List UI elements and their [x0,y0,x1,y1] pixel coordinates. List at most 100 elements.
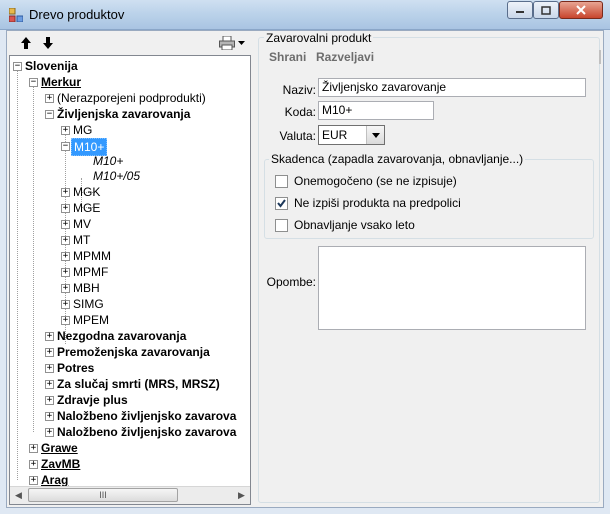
chevron-down-icon [371,132,380,138]
printer-icon [219,36,235,50]
close-button[interactable] [559,1,603,19]
collapse-icon[interactable]: − [29,78,38,87]
expand-icon[interactable]: + [61,188,70,197]
notes-label: Opombe: [266,275,316,289]
expand-icon[interactable]: + [61,126,70,135]
maximize-button[interactable] [533,1,559,19]
koda-label: Koda: [284,105,316,119]
tree-node-label: ZavMB [41,457,81,471]
expand-icon[interactable]: + [61,284,70,293]
expand-icon[interactable]: + [61,252,70,261]
app-icon [9,8,23,22]
expand-icon[interactable]: + [29,444,38,453]
window-client-area: − Slovenija − Merkur + (Nerazporejeni po… [6,30,604,508]
move-up-button[interactable] [17,34,35,52]
discard-button[interactable]: Razveljavi [316,50,374,64]
expand-icon[interactable]: + [61,204,70,213]
arrow-up-icon [21,37,31,49]
renew-yearly-checkbox-label[interactable]: Obnavljanje vsako leto [294,218,415,232]
tree-node-label: Življenjska zavarovanja [57,107,191,121]
tree-node-label: Naložbeno življenjsko zavarova [57,425,237,439]
expand-icon[interactable]: + [45,380,54,389]
tree-node-label: MGE [73,201,101,215]
notes-textarea[interactable] [318,246,586,330]
tree-node-label: (Nerazporejeni podprodukti) [57,91,206,105]
tree-connector [33,82,34,432]
tree-node-label: MBH [73,281,100,295]
expand-icon[interactable]: + [45,332,54,341]
collapse-icon[interactable]: − [13,62,22,71]
expiry-group-title: Skadenca (zapadla zavarovanja, obnavljan… [269,152,526,166]
expand-icon[interactable]: + [61,220,70,229]
print-dropdown[interactable] [236,34,246,52]
naziv-input[interactable]: Življenjsko zavarovanje [318,78,586,97]
tree-node-label: Za slučaj smrti (MRS, MRSZ) [57,377,220,391]
tree-node-label: MV [73,217,91,231]
scrollbar-thumb[interactable]: III [28,488,178,502]
no-print-checkbox-label[interactable]: Ne izpiši produkta na predpolici [294,196,461,210]
tree-toolbar [7,31,253,55]
title-bar: Drevo produktov [0,0,610,30]
panel-scroll-marker [599,50,601,64]
tree-node-label: Zdravje plus [57,393,128,407]
no-print-checkbox[interactable] [275,197,288,210]
expand-icon[interactable]: + [45,348,54,357]
dropdown-button[interactable] [366,126,384,144]
valuta-label: Valuta: [279,129,316,143]
tree-node-label: MGK [73,185,101,199]
dropdown-arrow-icon [237,41,245,45]
expand-icon[interactable]: + [61,316,70,325]
tree-node-label: M10+ [93,154,124,168]
product-tree[interactable]: − Slovenija − Merkur + (Nerazporejeni po… [9,55,251,505]
tree-node-label: Slovenija [25,59,78,73]
tree-node-label: MPMF [73,265,109,279]
tree-panel: − Slovenija − Merkur + (Nerazporejeni po… [7,31,253,507]
renew-yearly-checkbox[interactable] [275,219,288,232]
expand-icon[interactable]: + [29,460,38,469]
tree-node-label: MT [73,233,91,247]
tree-node-label: Naložbeno življenjsko zavarova [57,409,237,423]
scroll-left-arrow-icon[interactable]: ◀ [10,487,27,504]
scroll-right-arrow-icon[interactable]: ▶ [233,487,250,504]
expand-icon[interactable]: + [45,364,54,373]
expand-icon[interactable]: + [45,396,54,405]
expand-icon[interactable]: + [29,476,38,485]
minimize-button[interactable] [507,1,533,19]
expand-icon[interactable]: + [45,412,54,421]
tree-node-label: SIMG [73,297,104,311]
minimize-icon [516,11,524,13]
maximize-icon [541,5,551,15]
tree-node-label: MPEM [73,313,109,327]
expand-icon[interactable]: + [61,300,70,309]
window-title: Drevo produktov [29,7,125,22]
tree-node-label: M10+/05 [93,169,141,183]
naziv-label: Naziv: [282,83,316,97]
tree-node-label: MPMM [73,249,111,263]
valuta-select[interactable]: EUR [318,125,385,145]
valuta-selected-value: EUR [322,128,348,142]
expand-icon[interactable]: + [61,236,70,245]
expand-icon[interactable]: + [61,268,70,277]
tree-node-label: Nezgodna zavarovanja [57,329,187,343]
expand-icon[interactable]: + [45,428,54,437]
tree-connector [17,66,18,480]
product-panel: Zavarovalni produkt Shrani Razveljavi Na… [256,31,603,507]
tree-horizontal-scrollbar[interactable]: ◀ III ▶ [10,486,250,504]
product-group-title: Zavarovalni produkt [264,31,374,45]
tree-node-label: Grawe [41,441,78,455]
tree-node-label: Potres [57,361,95,375]
tree-node-label: MG [73,123,93,137]
expand-icon[interactable]: + [45,94,54,103]
tree-node-label: Premoženjska zavarovanja [57,345,210,359]
collapse-icon[interactable]: − [61,142,70,151]
disabled-checkbox-label[interactable]: Onemogočeno (se ne izpisuje) [294,174,457,188]
koda-input[interactable]: M10+ [318,101,434,120]
save-button[interactable]: Shrani [269,50,306,64]
tree-node-label: Merkur [41,75,82,89]
checkmark-icon [277,199,286,208]
print-button[interactable] [218,34,236,52]
collapse-icon[interactable]: − [45,110,54,119]
arrow-down-icon [43,37,53,49]
move-down-button[interactable] [39,34,57,52]
disabled-checkbox[interactable] [275,175,288,188]
